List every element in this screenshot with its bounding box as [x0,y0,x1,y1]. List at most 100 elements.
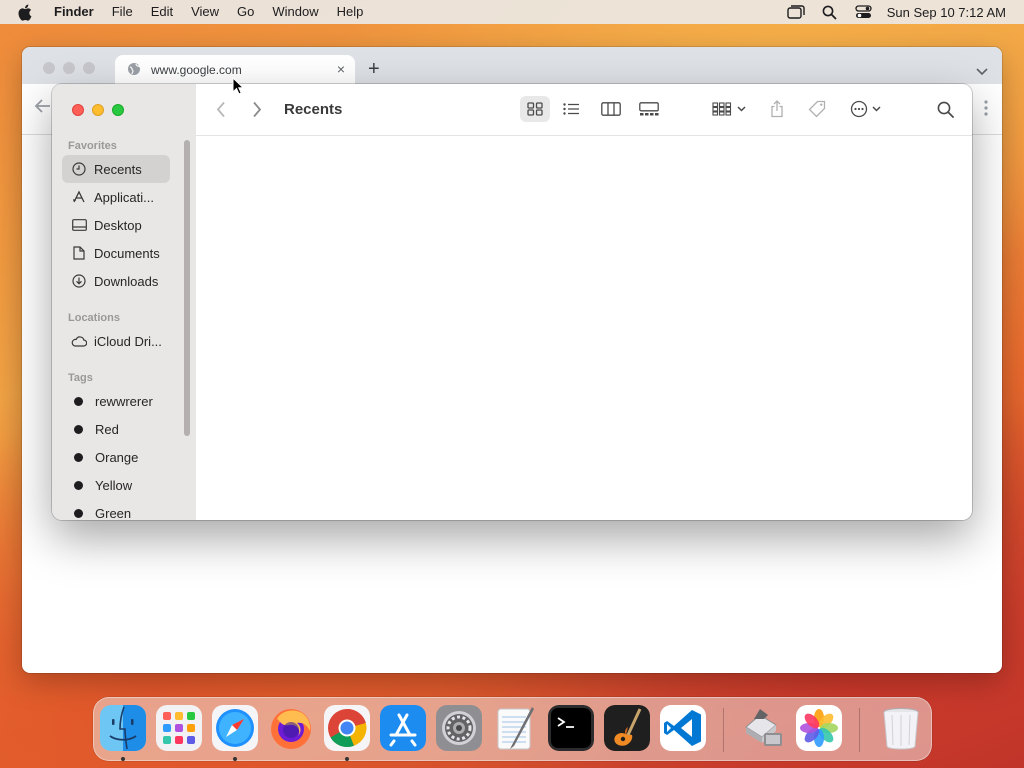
sidebar-item-icloud-drive[interactable]: iCloud Dri... [62,327,170,355]
back-arrow-icon[interactable] [34,97,52,120]
chevron-down-icon[interactable] [976,63,988,81]
dock-divider [859,708,860,752]
sidebar-tag-rewwrerer[interactable]: rewwrerer [62,387,170,415]
sidebar-tag-red[interactable]: Red [62,415,170,443]
dock-app-system-settings[interactable] [436,705,482,751]
sidebar-item-label: Desktop [94,217,142,233]
control-center-icon[interactable] [847,5,881,19]
dock-app-photos[interactable] [796,705,842,751]
running-indicator [233,757,237,761]
browser-tab-strip: www.google.com × + [22,47,1002,84]
sidebar-section-tags: Tags [68,372,93,384]
menu-bar: Finder File Edit View Go Window Help Sun… [0,0,1024,24]
chevron-right-icon[interactable] [252,101,262,123]
cloud-icon [71,333,87,349]
sidebar-item-label: Yellow [95,477,133,493]
sidebar-tag-green[interactable]: Green [62,499,170,520]
dock-app-vscode[interactable] [660,705,706,751]
tag-dot-icon [74,452,83,462]
sidebar-item-desktop[interactable]: Desktop [62,211,170,239]
sidebar-item-label: Recents [94,161,142,177]
menu-file[interactable]: File [103,0,142,24]
tag-icon[interactable] [802,96,832,122]
gallery-view-icon[interactable] [634,96,664,122]
menu-help[interactable]: Help [328,0,373,24]
dock-app-app-store[interactable] [380,705,426,751]
browser-maximize-button[interactable] [83,62,95,74]
group-by-icon[interactable] [708,96,752,122]
sidebar-scrollbar[interactable] [184,140,190,436]
sidebar-tag-yellow[interactable]: Yellow [62,471,170,499]
window-stack-icon[interactable] [779,5,813,19]
sidebar-item-label: iCloud Dri... [94,333,162,349]
icon-view-icon[interactable] [520,96,550,122]
window-title: Recents [284,101,343,118]
sidebar-item-label: Green [95,505,132,521]
more-actions-icon[interactable] [848,96,888,122]
menu-clock[interactable]: Sun Sep 10 7:12 AM [887,5,1006,20]
dock-app-launchpad[interactable] [156,705,202,751]
sidebar-item-label: Applicati... [94,189,154,205]
menu-go[interactable]: Go [228,0,263,24]
mouse-cursor-icon [232,76,245,100]
tab-close-icon[interactable]: × [337,61,345,77]
finder-content-area[interactable] [196,137,972,520]
sidebar-item-downloads[interactable]: Downloads [62,267,170,295]
running-indicator [121,757,125,761]
sidebar-item-recents[interactable]: Recents [62,155,170,183]
dock-app-garageband[interactable] [604,705,650,751]
kebab-menu-icon[interactable] [984,100,988,121]
menu-window[interactable]: Window [263,0,327,24]
dock-app-safari[interactable] [212,705,258,751]
sidebar-tag-orange[interactable]: Orange [62,443,170,471]
spotlight-search-icon[interactable] [813,5,847,20]
sidebar-item-label: Downloads [94,273,159,289]
dock-app-chrome[interactable] [324,705,370,751]
globe-icon [127,62,143,78]
browser-tab-title: www.google.com [151,62,242,77]
sidebar-item-applications[interactable]: Applicati... [62,183,170,211]
dock-app-firefox[interactable] [268,705,314,751]
clock-icon [71,161,87,177]
sidebar-section-favorites: Favorites [68,140,117,152]
dock-divider [723,708,724,752]
download-icon [71,273,87,289]
apple-logo-icon[interactable] [17,4,39,21]
tag-dot-icon [74,508,83,518]
applications-icon [71,189,87,205]
sidebar-item-label: Orange [95,449,139,465]
tag-dot-icon [74,480,83,490]
browser-close-button[interactable] [43,62,55,74]
browser-window-controls [43,62,95,74]
minimize-button[interactable] [92,104,104,116]
maximize-button[interactable] [112,104,124,116]
dock-app-finder[interactable] [100,705,146,751]
close-button[interactable] [72,104,84,116]
dock-app-textedit[interactable] [492,705,538,751]
sidebar-section-locations: Locations [68,312,120,324]
search-icon[interactable] [930,96,960,122]
sidebar-item-label: rewwrerer [95,393,153,409]
finder-window-controls [72,104,124,116]
menu-view[interactable]: View [182,0,228,24]
dock-app-trash[interactable] [878,705,924,751]
list-view-icon[interactable] [556,96,586,122]
dock-app-terminal[interactable] [548,705,594,751]
sidebar-item-label: Red [95,421,119,437]
menu-app-name[interactable]: Finder [45,0,103,24]
browser-minimize-button[interactable] [63,62,75,74]
tag-dot-icon [74,424,83,434]
document-icon [71,245,87,261]
finder-window: Favorites Recents Applicati... Desktop D… [52,84,972,520]
dock [93,697,932,761]
sidebar-item-documents[interactable]: Documents [62,239,170,267]
sidebar-item-label: Documents [94,245,160,261]
column-view-icon[interactable] [596,96,626,122]
finder-sidebar: Favorites Recents Applicati... Desktop D… [52,84,196,520]
new-tab-button[interactable]: + [368,59,380,79]
menu-edit[interactable]: Edit [142,0,182,24]
chevron-left-icon[interactable] [216,101,226,123]
share-icon[interactable] [762,96,792,122]
dock-app-migration-assistant[interactable] [740,705,786,751]
finder-toolbar: Recents [196,84,972,136]
